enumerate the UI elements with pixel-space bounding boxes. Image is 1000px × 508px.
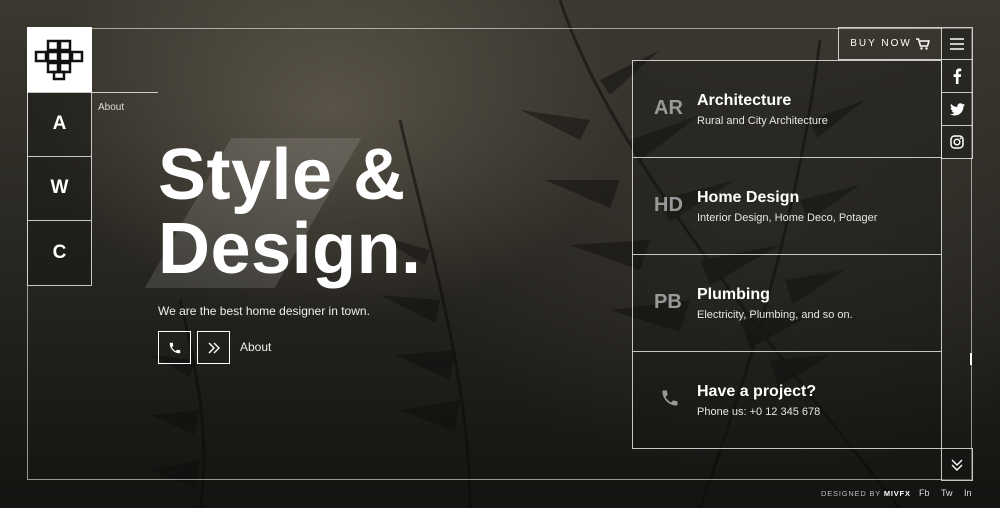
footer-link-in[interactable]: In	[964, 488, 972, 498]
buy-now-label: BUY NOW	[850, 38, 912, 49]
designer-credit: DESIGNED BY MIVFX	[821, 489, 911, 498]
twitter-link[interactable]	[941, 93, 973, 126]
scroll-indicator[interactable]	[970, 353, 972, 365]
hamburger-menu-icon	[950, 37, 964, 50]
hero-tagline: We are the best home designer in town.	[158, 304, 370, 318]
instagram-link[interactable]	[941, 126, 973, 159]
project-phone-icon	[660, 388, 680, 414]
menu-button[interactable]	[941, 27, 973, 60]
right-toolbar	[941, 27, 973, 159]
cart-icon	[915, 37, 930, 50]
service-subtitle: Rural and City Architecture	[697, 115, 828, 127]
left-nav-item-c[interactable]: C	[27, 221, 92, 286]
service-abbr: HD	[654, 194, 683, 216]
double-chevron-right-icon	[208, 342, 220, 353]
service-subtitle: Electricity, Plumbing, and so on.	[697, 309, 853, 321]
hero-about-link[interactable]: About	[240, 340, 271, 354]
project-title: Have a project?	[697, 383, 817, 400]
service-title: Plumbing	[697, 286, 770, 303]
service-title: Home Design	[697, 189, 800, 206]
about-divider	[92, 92, 158, 93]
service-home-design[interactable]: HD Home Design Interior Design, Home Dec…	[633, 158, 941, 255]
twitter-icon	[949, 102, 965, 115]
phone-icon	[169, 342, 180, 353]
service-architecture[interactable]: AR Architecture Rural and City Architect…	[633, 61, 941, 158]
buy-now-button[interactable]: BUY NOW	[838, 27, 941, 60]
service-plumbing[interactable]: PB Plumbing Electricity, Plumbing, and s…	[633, 255, 941, 352]
service-title: Architecture	[697, 92, 792, 109]
designer-name[interactable]: MIVFX	[884, 489, 911, 498]
left-nav-item-a[interactable]: A	[27, 92, 92, 157]
service-subtitle: Interior Design, Home Deco, Potager	[697, 212, 878, 224]
hero-title-line-2: Design.	[158, 209, 422, 289]
footer-link-fb[interactable]: Fb	[919, 488, 930, 498]
brand-logo[interactable]	[27, 27, 92, 92]
double-chevron-down-icon	[951, 459, 963, 471]
hero-title-line-1: Style &	[158, 135, 406, 215]
service-abbr: AR	[654, 97, 683, 119]
left-nav-item-w[interactable]: W	[27, 156, 92, 221]
about-nav-link[interactable]: About	[98, 102, 124, 113]
cross-pattern-logo-icon	[34, 39, 83, 80]
scroll-down-button[interactable]	[941, 448, 973, 481]
designed-by-label: DESIGNED BY	[821, 489, 881, 498]
project-contact[interactable]: Have a project? Phone us: +0 12 345 678	[633, 352, 941, 449]
left-nav: A W C	[27, 92, 92, 286]
phone-icon	[662, 390, 678, 406]
hero-title: Style & Design.	[158, 138, 422, 286]
next-button[interactable]	[197, 331, 230, 364]
footer-link-tw[interactable]: Tw	[941, 488, 953, 498]
facebook-icon	[953, 68, 962, 84]
service-abbr: PB	[654, 291, 682, 313]
instagram-icon	[950, 135, 964, 149]
call-button[interactable]	[158, 331, 191, 364]
project-phone: Phone us: +0 12 345 678	[697, 406, 821, 418]
services-panel: AR Architecture Rural and City Architect…	[632, 60, 942, 449]
facebook-link[interactable]	[941, 60, 973, 93]
